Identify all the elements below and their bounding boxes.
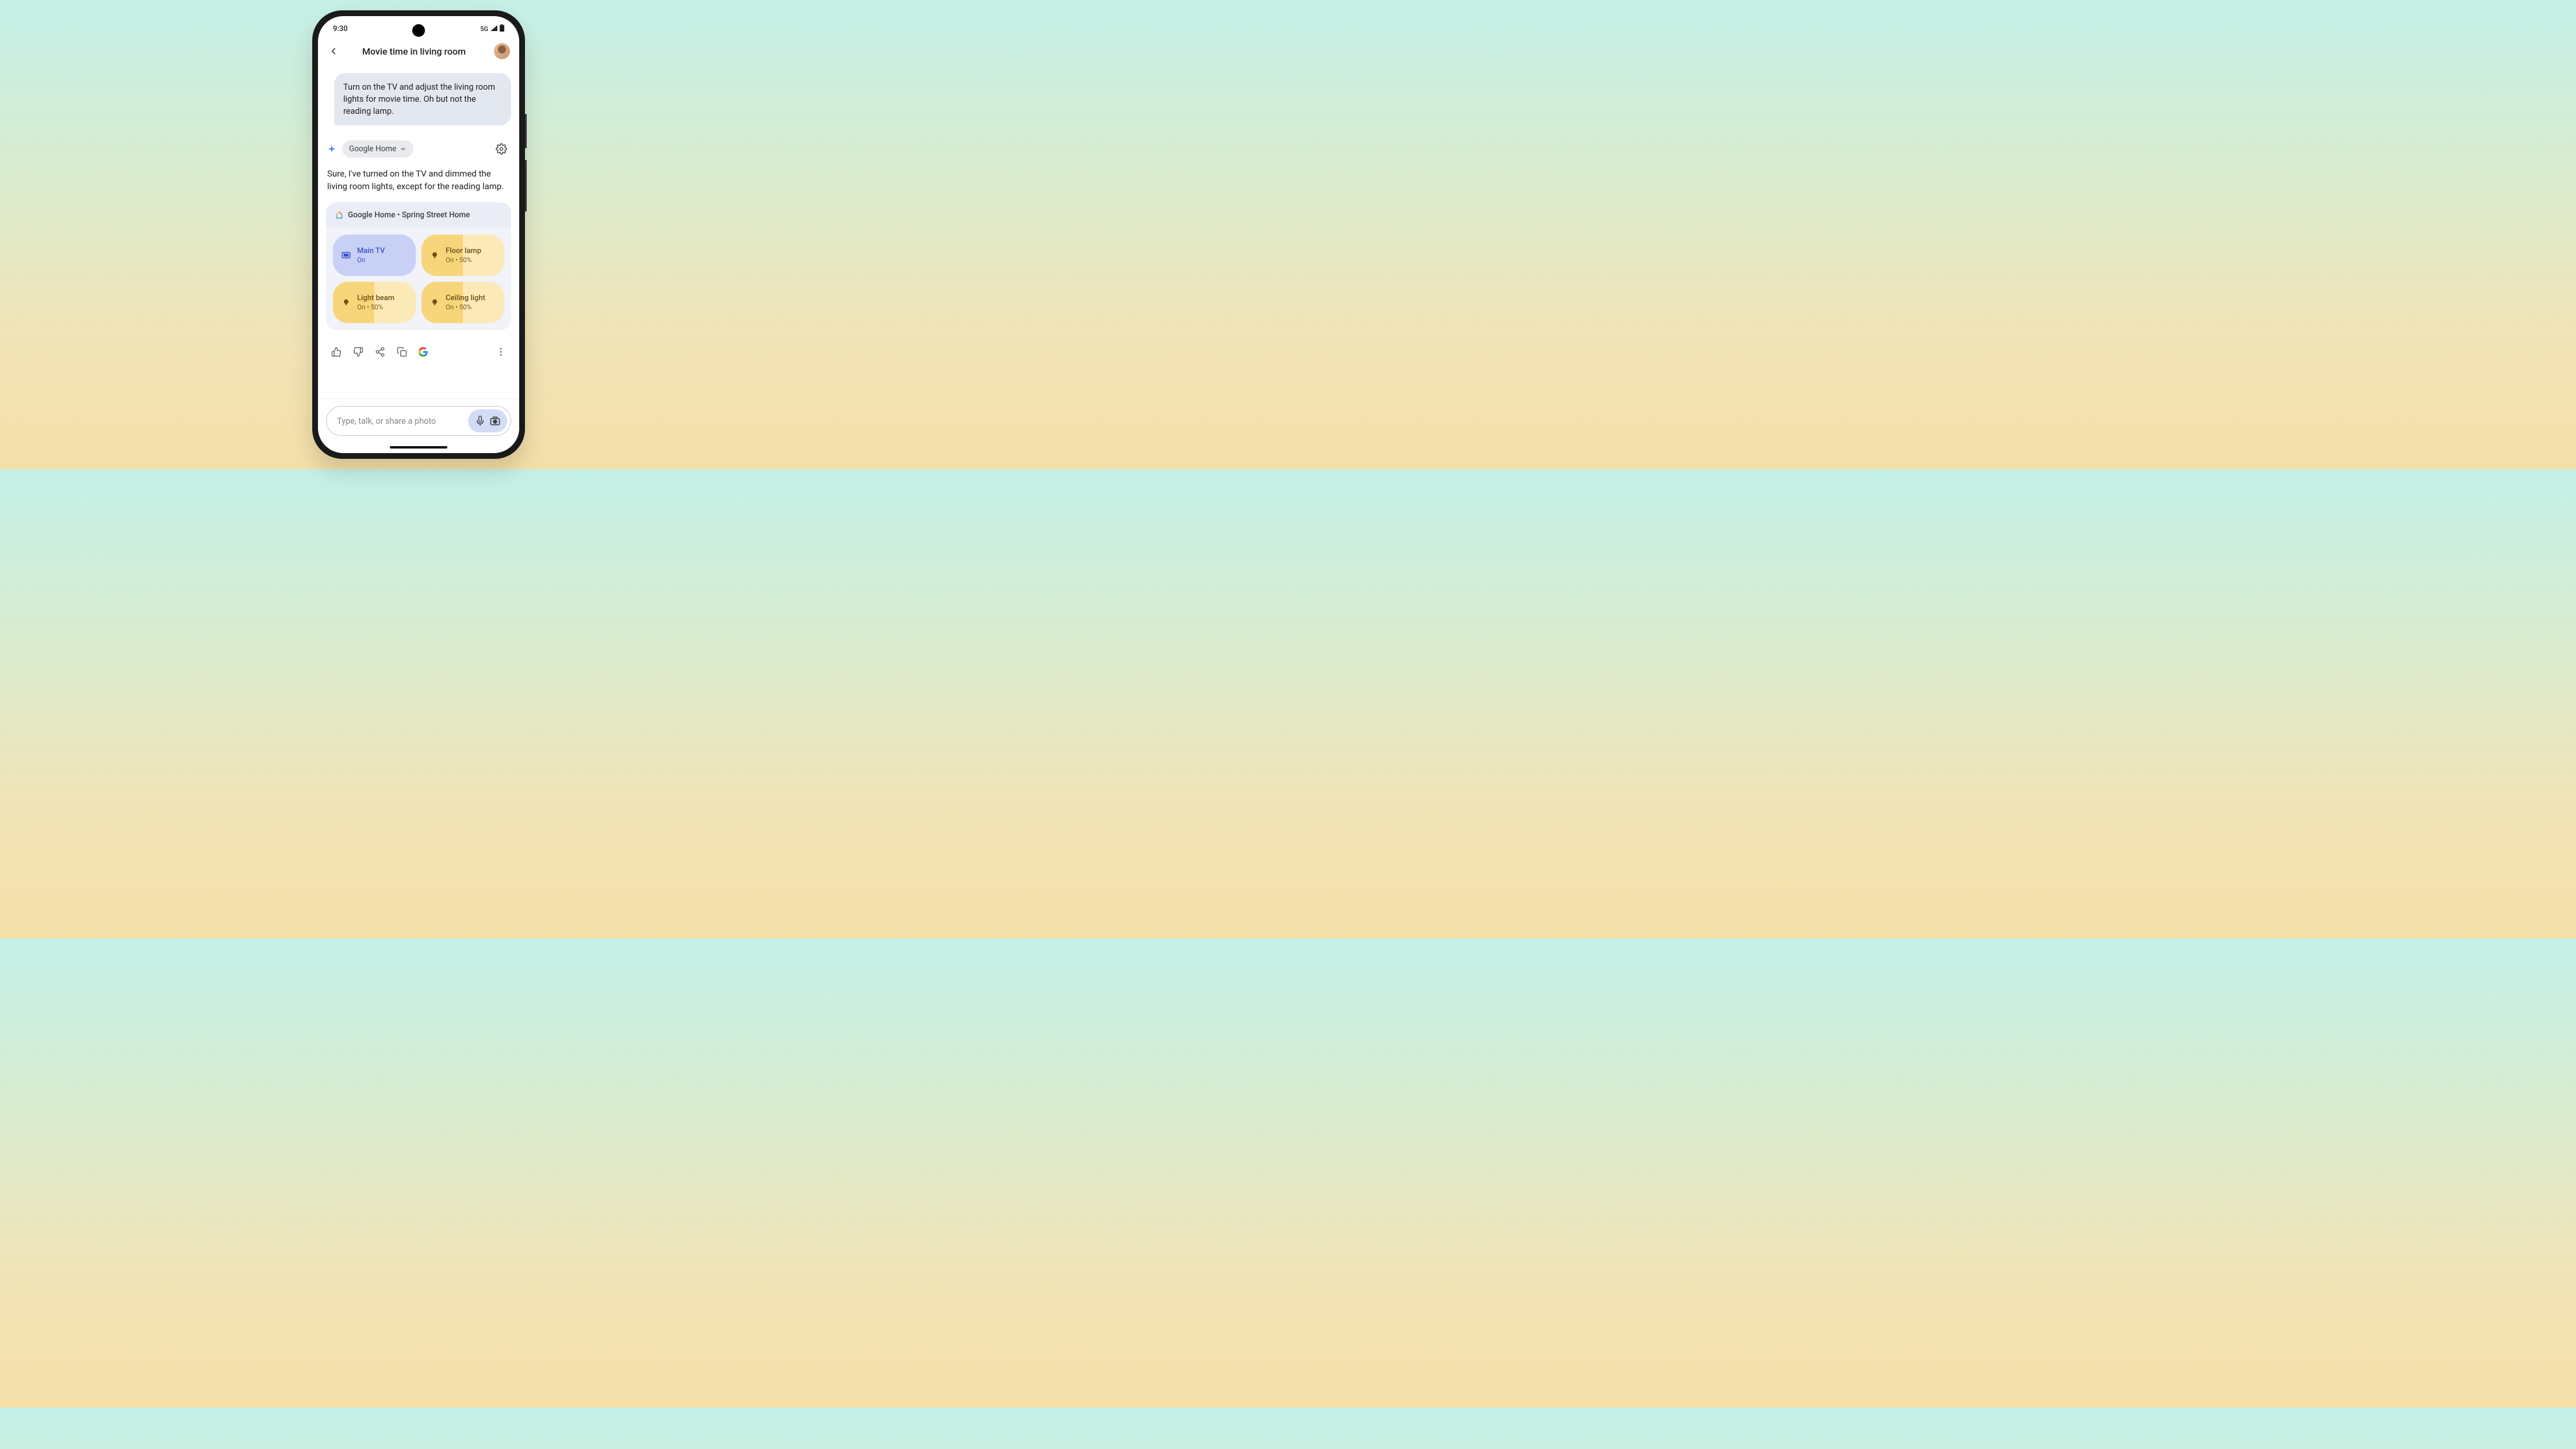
camera-hole bbox=[412, 24, 425, 37]
device-tile-main-tv[interactable]: Main TV On bbox=[333, 235, 416, 276]
tv-icon bbox=[341, 250, 351, 260]
device-name: Ceiling light bbox=[446, 294, 485, 302]
app-header: Movie time in living room bbox=[318, 37, 519, 66]
card-header: Google Home • Spring Street Home bbox=[326, 202, 511, 228]
share-button[interactable] bbox=[374, 346, 386, 358]
input-placeholder: Type, talk, or share a photo bbox=[337, 416, 463, 426]
device-status: On • 50% bbox=[446, 303, 485, 311]
device-status: On • 50% bbox=[357, 303, 394, 311]
profile-avatar[interactable] bbox=[494, 43, 510, 59]
status-indicators: 5G bbox=[480, 24, 504, 34]
device-name: Light beam bbox=[357, 294, 394, 302]
extension-chip[interactable]: Google Home bbox=[342, 140, 413, 158]
battery-icon bbox=[500, 24, 504, 34]
screen: 9:30 5G Movie time in living room Turn o… bbox=[318, 16, 519, 453]
navigation-bar bbox=[318, 442, 519, 453]
device-status: On • 50% bbox=[446, 256, 481, 264]
settings-button[interactable] bbox=[495, 143, 508, 155]
network-label: 5G bbox=[480, 25, 488, 33]
phone-frame: 9:30 5G Movie time in living room Turn o… bbox=[312, 10, 525, 459]
user-message-bubble: Turn on the TV and adjust the living roo… bbox=[334, 73, 511, 125]
lightbulb-icon bbox=[430, 297, 440, 308]
microphone-button[interactable] bbox=[474, 415, 486, 427]
signal-icon bbox=[490, 25, 498, 34]
lightbulb-icon bbox=[341, 297, 351, 308]
device-grid: Main TV On Floor lamp On • 50% bbox=[326, 228, 511, 330]
google-home-icon bbox=[335, 211, 343, 219]
device-tile-floor-lamp[interactable]: Floor lamp On • 50% bbox=[421, 235, 504, 276]
thumbs-up-button[interactable] bbox=[331, 346, 342, 358]
input-area: Type, talk, or share a photo bbox=[318, 398, 519, 442]
input-action-group bbox=[468, 409, 507, 432]
google-home-card: Google Home • Spring Street Home Main TV… bbox=[326, 202, 511, 330]
extension-row: Google Home bbox=[326, 137, 511, 168]
back-button[interactable] bbox=[327, 45, 340, 57]
chevron-down-icon bbox=[400, 145, 407, 152]
camera-button[interactable] bbox=[489, 415, 501, 427]
status-time: 9:30 bbox=[333, 25, 348, 33]
google-search-button[interactable] bbox=[418, 347, 428, 357]
more-options-button[interactable] bbox=[495, 346, 507, 358]
extension-label: Google Home bbox=[349, 144, 396, 154]
conversation-content: Turn on the TV and adjust the living roo… bbox=[318, 66, 519, 398]
assistant-message: Sure, I've turned on the TV and dimmed t… bbox=[326, 168, 511, 202]
device-tile-light-beam[interactable]: Light beam On • 50% bbox=[333, 282, 416, 323]
thumbs-down-button[interactable] bbox=[352, 346, 364, 358]
lightbulb-icon bbox=[430, 250, 440, 260]
page-title: Movie time in living room bbox=[341, 46, 487, 57]
device-name: Floor lamp bbox=[446, 247, 481, 255]
input-field[interactable]: Type, talk, or share a photo bbox=[326, 406, 511, 436]
copy-button[interactable] bbox=[396, 346, 408, 358]
card-header-text: Google Home • Spring Street Home bbox=[348, 210, 470, 220]
device-name: Main TV bbox=[357, 247, 385, 255]
device-status: On bbox=[357, 256, 385, 264]
device-tile-ceiling-light[interactable]: Ceiling light On • 50% bbox=[421, 282, 504, 323]
response-actions bbox=[326, 338, 511, 369]
nav-handle[interactable] bbox=[390, 446, 447, 448]
sparkle-icon bbox=[327, 144, 336, 154]
